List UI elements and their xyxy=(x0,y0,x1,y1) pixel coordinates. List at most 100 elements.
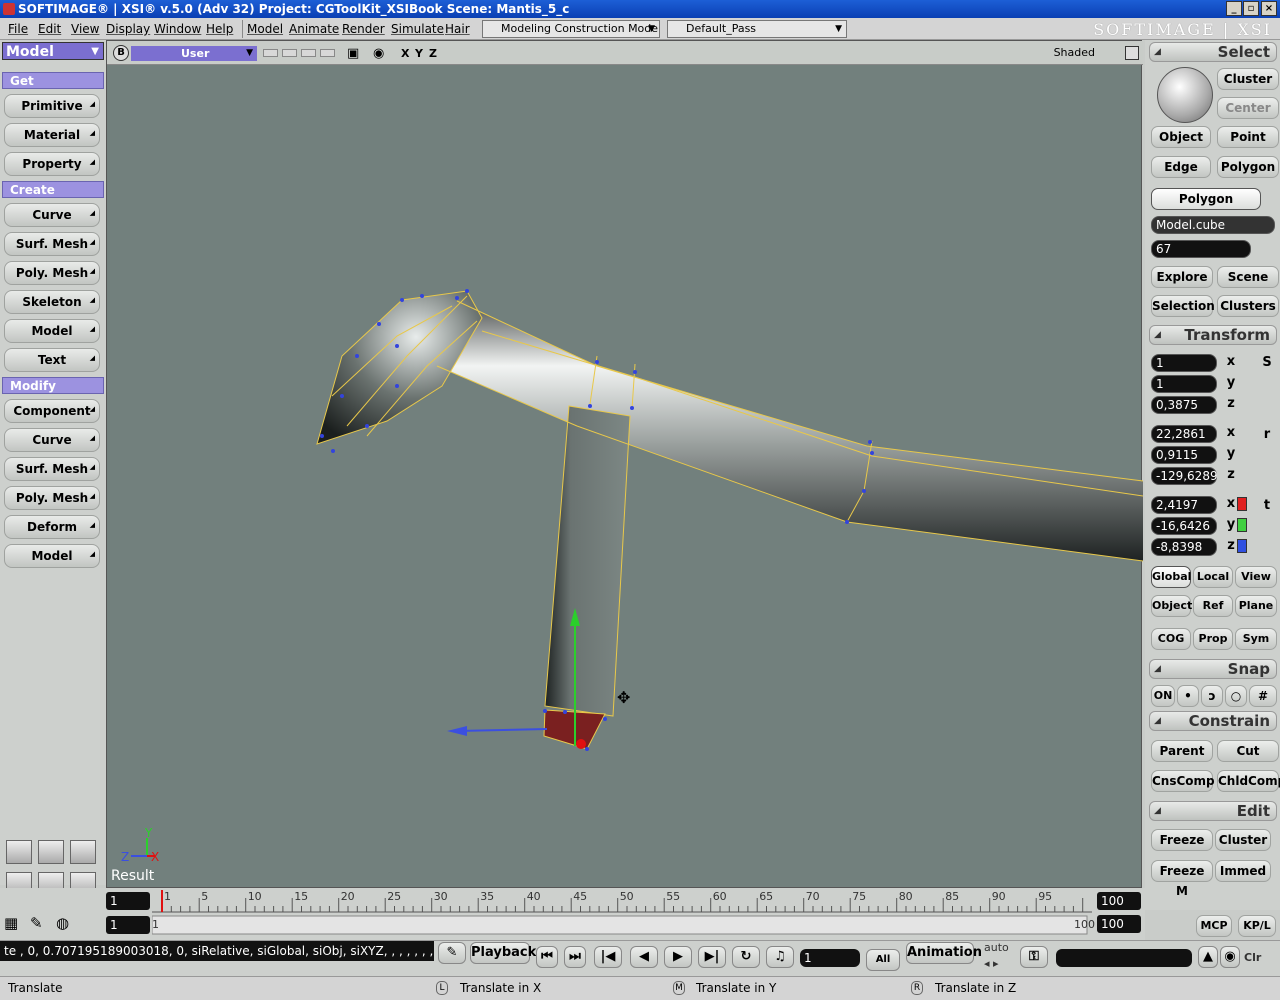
primitive-button[interactable]: Primitive ◢ xyxy=(4,94,100,118)
layout-horizontal-icon[interactable] xyxy=(38,840,64,864)
current-filter-button[interactable]: Polygon xyxy=(1151,188,1261,210)
gizmo-z-arrow-icon[interactable] xyxy=(447,726,467,736)
last-frame-icon[interactable]: ⏭ xyxy=(564,946,586,968)
select-header[interactable]: ◢ Select xyxy=(1149,42,1277,62)
snap-rotate-icon[interactable]: ○ xyxy=(1225,685,1247,707)
timeline-ruler[interactable]: 1 5 10 15 20 25 30 35 40 45 50 55 60 65 70 75 80 85 90 95 xyxy=(152,890,1097,938)
leg-mesh[interactable] xyxy=(544,405,631,717)
polygon-select-button[interactable]: Polygon xyxy=(1217,156,1279,178)
menu-view[interactable]: View xyxy=(71,22,99,36)
memo-slot[interactable] xyxy=(282,49,297,57)
go-start-icon[interactable]: |◀ xyxy=(594,946,622,968)
global-button[interactable]: Global xyxy=(1151,566,1191,588)
module-render[interactable]: Render xyxy=(342,22,385,36)
prop-button[interactable]: Prop xyxy=(1193,628,1233,650)
object-select-button[interactable]: Object xyxy=(1151,126,1211,148)
axis-y-toggle[interactable]: Y xyxy=(415,47,423,60)
maximize-button[interactable]: ▫ xyxy=(1243,1,1259,16)
rotate-y-label[interactable]: y xyxy=(1223,446,1239,462)
create-model-button[interactable]: Model ◢ xyxy=(4,319,100,343)
sym-button[interactable]: Sym xyxy=(1235,628,1277,650)
all-button[interactable]: All xyxy=(866,949,900,971)
immed-button[interactable]: Immed xyxy=(1215,860,1271,882)
create-curve-button[interactable]: Curve ◢ xyxy=(4,203,100,227)
gizmo-center[interactable] xyxy=(576,739,586,749)
deform-button[interactable]: Deform ◢ xyxy=(4,515,100,539)
kpl-button[interactable]: KP/L xyxy=(1238,915,1276,937)
scale-icon[interactable]: S xyxy=(1259,355,1275,371)
scene-canvas[interactable]: ✥ Y Z X xyxy=(107,66,1143,888)
rotate-x-label[interactable]: x xyxy=(1223,425,1239,441)
selection-name-field[interactable]: Model.cube xyxy=(1151,216,1275,234)
translate-z-field[interactable]: -8,8398 xyxy=(1151,538,1217,556)
section-create[interactable]: Create xyxy=(2,181,104,198)
mcp-button[interactable]: MCP xyxy=(1196,915,1232,937)
memo-slot[interactable] xyxy=(320,49,335,57)
go-end-icon[interactable]: ▶| xyxy=(698,946,726,968)
script-editor-icon[interactable]: ✎ xyxy=(438,942,466,964)
camera-icon[interactable]: ▣ xyxy=(347,46,359,61)
module-hair[interactable]: Hair xyxy=(445,22,470,36)
selection-button[interactable]: Selection xyxy=(1151,295,1215,317)
menu-help[interactable]: Help xyxy=(206,22,233,36)
menu-window[interactable]: Window xyxy=(154,22,201,36)
camera-dropdown[interactable]: User ▼ xyxy=(131,46,257,61)
close-button[interactable]: × xyxy=(1261,1,1277,16)
rotate-z-field[interactable]: -129,6289 xyxy=(1151,467,1218,485)
playback-menu-button[interactable]: Playback xyxy=(470,942,536,964)
component-button[interactable]: Component ◢ xyxy=(4,399,100,423)
cnscomp-button[interactable]: CnsComp xyxy=(1151,770,1215,792)
edit-cluster-button[interactable]: Cluster xyxy=(1215,829,1271,851)
create-poly-mesh-button[interactable]: Poly. Mesh ◢ xyxy=(4,261,100,285)
translate-icon[interactable]: t xyxy=(1259,498,1275,514)
chldcomp-button[interactable]: ChldComp xyxy=(1217,770,1280,792)
scale-x-label[interactable]: x xyxy=(1223,354,1239,370)
selection-tool-icon[interactable]: ▦ xyxy=(4,914,18,932)
cog-button[interactable]: COG xyxy=(1151,628,1191,650)
paint-tool-icon[interactable]: ◍ xyxy=(56,914,69,932)
memo-slot[interactable] xyxy=(263,49,278,57)
selection-count-field[interactable]: 67 xyxy=(1151,240,1251,258)
eye-icon[interactable]: ◉ xyxy=(373,46,384,61)
cluster-select-button[interactable]: Cluster xyxy=(1217,68,1279,90)
key-icon[interactable]: ⚿ xyxy=(1020,946,1048,968)
timeline-range-end-field[interactable]: 100 xyxy=(1097,915,1141,933)
snap-point-icon[interactable]: • xyxy=(1177,685,1199,707)
key-up-icon[interactable]: ▲ xyxy=(1198,946,1218,968)
menu-display[interactable]: Display xyxy=(106,22,150,36)
translate-x-field[interactable]: 2,4197 xyxy=(1151,496,1217,514)
clusters-button[interactable]: Clusters xyxy=(1217,295,1279,317)
parent-button[interactable]: Parent xyxy=(1151,740,1213,762)
axis-z-toggle[interactable]: Z xyxy=(429,47,437,60)
freeze-button[interactable]: Freeze xyxy=(1151,829,1213,851)
play-forward-icon[interactable]: ▶ xyxy=(664,946,692,968)
maximize-viewport-button[interactable] xyxy=(1125,46,1139,60)
clear-keys-button[interactable]: Clr xyxy=(1244,951,1261,964)
toolbar-mode-selector[interactable]: Model ▼ xyxy=(2,42,104,60)
material-button[interactable]: Material ◢ xyxy=(4,123,100,147)
section-get[interactable]: Get xyxy=(2,72,104,89)
explore-button[interactable]: Explore xyxy=(1151,266,1213,288)
timeline-end-field[interactable]: 100 xyxy=(1097,892,1141,910)
select-tool-icon[interactable] xyxy=(1157,67,1213,123)
create-surf-mesh-button[interactable]: Surf. Mesh ◢ xyxy=(4,232,100,256)
point-select-button[interactable]: Point xyxy=(1217,126,1279,148)
gizmo-z-axis[interactable] xyxy=(456,728,548,732)
rotate-x-field[interactable]: 22,2861 xyxy=(1151,425,1217,443)
module-model[interactable]: Model xyxy=(247,22,283,36)
pass-dropdown[interactable]: Default_Pass ▼ xyxy=(667,20,847,38)
module-animate[interactable]: Animate xyxy=(289,22,339,36)
modify-surf-mesh-button[interactable]: Surf. Mesh ◢ xyxy=(4,457,100,481)
view-button[interactable]: View xyxy=(1235,566,1277,588)
key-lock-icon[interactable]: ◉ xyxy=(1220,946,1240,968)
command-line[interactable]: te , 0, 0.707195189003018, 0, siRelative… xyxy=(0,941,434,961)
edge-select-button[interactable]: Edge xyxy=(1151,156,1211,178)
scale-y-label[interactable]: y xyxy=(1223,375,1239,391)
scale-z-field[interactable]: 0,3875 xyxy=(1151,396,1217,414)
audio-icon[interactable]: ♫ xyxy=(766,946,794,968)
first-frame-icon[interactable]: ⏮ xyxy=(536,946,558,968)
menu-file[interactable]: File xyxy=(8,22,28,36)
display-mode-menu[interactable]: Shaded xyxy=(1054,46,1095,59)
freeze-m-button[interactable]: Freeze M xyxy=(1151,860,1213,898)
skeleton-button[interactable]: Skeleton ◢ xyxy=(4,290,100,314)
